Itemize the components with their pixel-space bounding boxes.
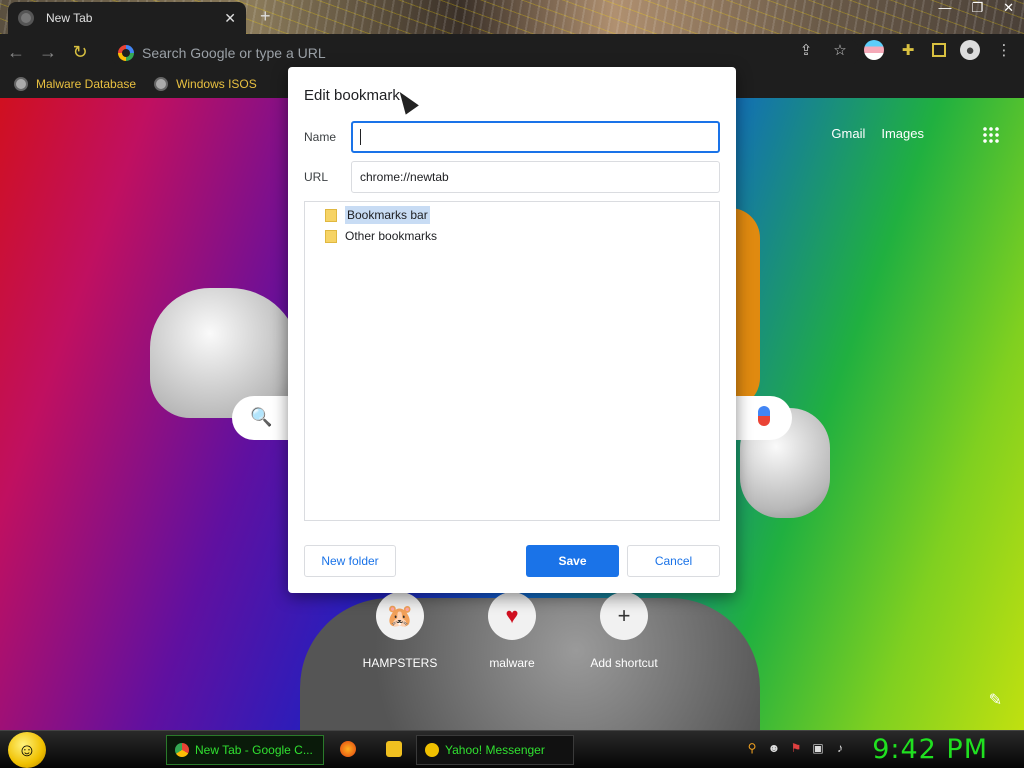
close-window-button[interactable]: ✕	[1003, 0, 1014, 16]
gmail-link[interactable]: Gmail	[831, 126, 865, 141]
system-tray: ⚲ ☻ ⚑ ▣ ♪	[744, 740, 848, 756]
folder-icon[interactable]	[386, 741, 402, 757]
images-link[interactable]: Images	[881, 126, 924, 141]
heart-icon: ♥	[488, 592, 536, 640]
chrome-icon	[18, 10, 34, 26]
forward-button[interactable]: →	[32, 42, 64, 63]
shortcut-hampsters[interactable]: 🐹 HAMPSTERS	[350, 592, 450, 670]
url-label: URL	[304, 170, 329, 184]
new-folder-button[interactable]: New folder	[304, 545, 396, 577]
folder-icon	[325, 229, 337, 243]
edit-bookmark-dialog: Edit bookmark Name URL Bookmarks bar Oth…	[288, 67, 736, 593]
globe-icon	[154, 77, 169, 91]
hamster-icon: 🐹	[376, 592, 424, 640]
customize-pencil-icon[interactable]: ✎	[989, 690, 1002, 710]
text-caret	[360, 129, 361, 145]
start-button-smiley-icon[interactable]: ☺	[8, 732, 46, 768]
star-icon[interactable]: ☆	[830, 40, 850, 60]
shortcut-label: HAMPSTERS	[362, 656, 438, 670]
profile-avatar-icon[interactable]: ●	[960, 40, 980, 60]
share-icon[interactable]: ⇪	[796, 40, 816, 60]
task-label: Yahoo! Messenger	[445, 743, 545, 757]
reload-button[interactable]: ↻	[64, 42, 96, 63]
messenger-tray-icon[interactable]: ☻	[766, 740, 782, 756]
action-center-flag-icon[interactable]: ⚑	[788, 740, 804, 756]
folder-item-other-bookmarks[interactable]: Other bookmarks	[325, 229, 437, 243]
bookmark-label: Windows ISOS	[176, 77, 257, 91]
globe-icon	[14, 77, 28, 91]
volume-icon[interactable]: ♪	[832, 740, 848, 756]
shortcut-label: malware	[489, 656, 535, 670]
tab-new-tab[interactable]: New Tab ✕	[8, 2, 246, 34]
minimize-button[interactable]: —	[938, 0, 951, 16]
close-icon[interactable]: ✕	[224, 10, 236, 27]
taskbar-item-yahoo-messenger[interactable]: Yahoo! Messenger	[416, 735, 574, 765]
shortcut-malware[interactable]: ♥ malware	[462, 592, 562, 670]
task-label: New Tab - Google C...	[195, 743, 313, 757]
omnibox-placeholder: Search Google or type a URL	[142, 44, 326, 61]
google-icon	[118, 44, 134, 61]
dialog-title: Edit bookmark	[304, 87, 400, 104]
ntp-header-links: Gmail Images	[831, 126, 924, 141]
shortcut-add[interactable]: + Add shortcut	[574, 592, 674, 670]
apps-grid-icon[interactable]	[982, 126, 1000, 144]
folder-label: Bookmarks bar	[345, 206, 430, 224]
folder-icon	[325, 208, 337, 222]
microphone-icon[interactable]	[758, 406, 770, 426]
browser-toolbar: ← → ↻ Search Google or type a URL ⇪ ☆ ✚ …	[0, 34, 1024, 70]
cancel-button[interactable]: Cancel	[627, 545, 720, 577]
shortcut-label: Add shortcut	[590, 656, 658, 670]
taskbar-clock[interactable]: 9:42 PM	[872, 734, 988, 765]
extensions-puzzle-icon[interactable]: ✚	[898, 40, 918, 60]
taskbar: ☺ New Tab - Google C... Yahoo! Messenger…	[0, 730, 1024, 768]
tab-title: New Tab	[46, 11, 93, 25]
plus-icon: +	[600, 592, 648, 640]
new-tab-button[interactable]: +	[260, 6, 271, 27]
taskbar-item-chrome[interactable]: New Tab - Google C...	[166, 735, 324, 765]
name-label: Name	[304, 130, 337, 144]
bookmark-label: Malware Database	[36, 77, 137, 91]
bookmark-windows-isos[interactable]: Windows ISOS	[154, 77, 257, 91]
firefox-icon[interactable]	[340, 741, 356, 757]
search-icon: 🔍	[250, 407, 273, 427]
bookmark-name-field[interactable]	[351, 121, 720, 153]
chrome-icon	[175, 743, 189, 757]
title-bar: New Tab ✕ + — ❐ ✕	[0, 0, 1024, 34]
folder-item-bookmarks-bar[interactable]: Bookmarks bar	[325, 206, 430, 224]
yahoo-smiley-icon	[425, 743, 439, 757]
menu-kebab-icon[interactable]: ⋮	[994, 40, 1014, 60]
save-button[interactable]: Save	[526, 545, 619, 577]
search-icon[interactable]: ⚲	[744, 740, 760, 756]
maximize-button[interactable]: ❐	[971, 0, 983, 16]
extension-flag-icon[interactable]	[864, 40, 884, 60]
folder-label: Other bookmarks	[345, 229, 438, 243]
side-panel-icon[interactable]	[932, 43, 946, 57]
bookmark-url-field[interactable]	[351, 161, 720, 193]
window-controls: — ❐ ✕	[938, 0, 1014, 16]
toolbar-actions: ⇪ ☆ ✚ ● ⋮	[796, 40, 1014, 60]
omnibox[interactable]: Search Google or type a URL	[110, 39, 860, 66]
bookmark-malware-database[interactable]: Malware Database	[14, 77, 136, 91]
folder-tree: Bookmarks bar Other bookmarks	[304, 201, 720, 521]
back-button[interactable]: ←	[0, 42, 32, 63]
network-icon[interactable]: ▣	[810, 740, 826, 756]
